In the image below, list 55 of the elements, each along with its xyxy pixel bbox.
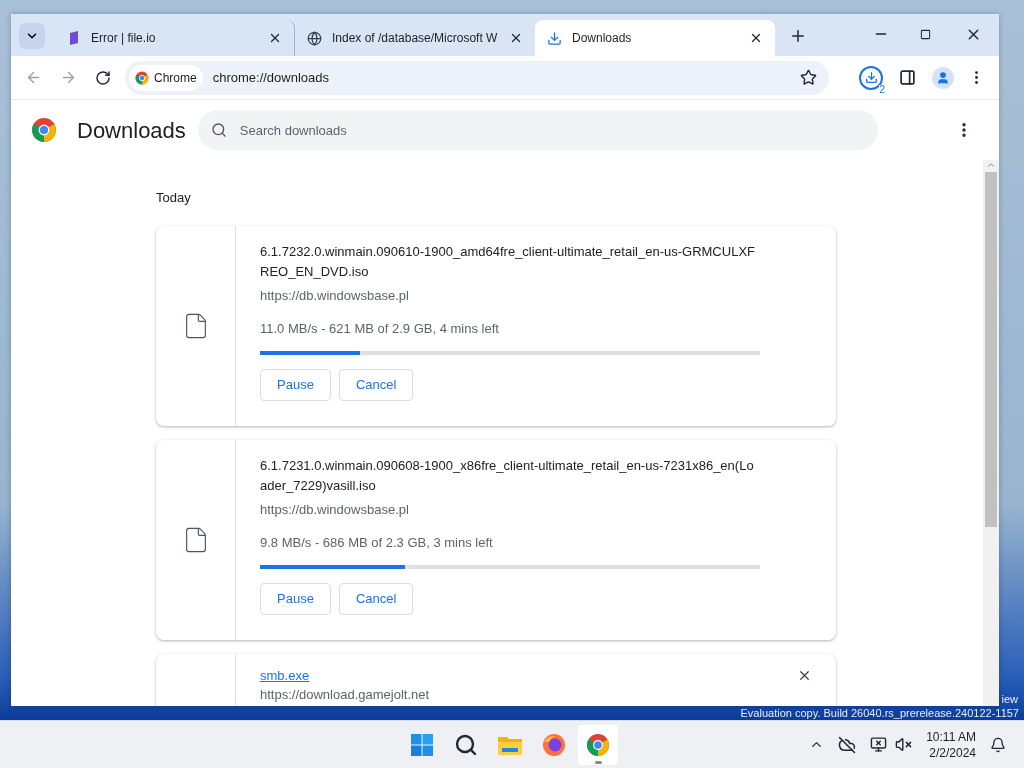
profile-avatar[interactable] — [932, 66, 954, 89]
download-status: 11.0 MB/s - 621 MB of 2.9 GB, 4 mins left — [260, 320, 500, 338]
download-status: 9.8 MB/s - 686 MB of 2.3 GB, 3 mins left — [260, 534, 494, 552]
close-icon[interactable] — [749, 31, 763, 45]
firefox-icon — [542, 732, 566, 757]
bookmark-star-icon[interactable] — [800, 69, 817, 86]
address-bar[interactable]: Chrome chrome://downloads — [125, 60, 829, 95]
muted-speaker-icon[interactable] — [895, 736, 913, 753]
source-url: https://download.gamejolt.net — [260, 687, 431, 702]
network-icon[interactable] — [870, 736, 888, 753]
action-button[interactable]: Cancel — [338, 582, 414, 615]
windows-logo-icon — [410, 732, 434, 757]
watermark-text: iew — [1001, 693, 1018, 706]
scrollbar-thumb[interactable] — [985, 172, 997, 527]
close-icon[interactable] — [268, 31, 282, 45]
action-button[interactable]: Pause — [260, 368, 331, 401]
cloud-off-icon[interactable] — [838, 735, 857, 754]
search-icon — [210, 122, 227, 138]
url-text: chrome://downloads — [212, 68, 330, 87]
download-icon — [547, 30, 562, 46]
forward-icon[interactable] — [60, 69, 77, 86]
tab-search-button[interactable] — [19, 23, 45, 49]
side-panel-icon[interactable] — [899, 69, 916, 86]
chrome-logo-icon — [31, 117, 57, 143]
file-name: 6.1.7232.0.winmain.090610-1900_amd64fre_client-ultimate_retail_en-us-GRMCULXFREO_EN_DVD.iso — [260, 242, 756, 281]
search-field[interactable]: Search downloads — [197, 110, 878, 150]
close-icon[interactable] — [509, 31, 523, 45]
action-button[interactable]: Cancel — [338, 368, 414, 401]
file-name: 6.1.7231.0.winmain.090608-1900_x86fre_client-ultimate_retail_en-us-7231x86_en(Loader_7229)vasill.iso — [260, 456, 755, 495]
browser-tab[interactable]: Error | file.io — [55, 20, 295, 56]
tab-title: Error | file.io — [91, 30, 157, 47]
maximize-icon[interactable] — [920, 29, 931, 40]
browser-tab[interactable]: Index of /database/Microsoft W — [295, 20, 535, 56]
clock[interactable]: 10:11 AM 2/2/2024 — [926, 728, 976, 761]
new-tab-icon[interactable] — [789, 27, 807, 45]
source-url: https://db.windowsbase.pl — [260, 500, 410, 519]
chrome-icon — [586, 732, 610, 757]
globe-icon — [307, 30, 322, 46]
file-link[interactable]: smb.exe — [260, 665, 310, 685]
download-icon — [864, 71, 878, 84]
site-chip[interactable]: Chrome — [129, 64, 203, 91]
section-heading: Today — [156, 189, 192, 207]
tab-title: Index of /database/Microsoft W — [332, 30, 499, 47]
source-url: https://db.windowsbase.pl — [260, 286, 410, 305]
action-button[interactable]: Pause — [260, 582, 331, 615]
search-icon — [454, 732, 478, 757]
file-logo-icon — [67, 31, 81, 45]
reload-icon[interactable] — [95, 69, 111, 86]
chrome-icon — [135, 70, 149, 85]
notification-bell-icon[interactable] — [990, 736, 1006, 753]
page-title: Downloads — [77, 116, 186, 145]
back-icon[interactable] — [25, 69, 42, 86]
tab-title: Downloads — [572, 30, 633, 47]
watermark-text: Evaluation copy. Build 26040.rs_prerelease.240122-1157 — [740, 707, 1019, 720]
browser-tab[interactable]: Downloads — [535, 20, 775, 56]
